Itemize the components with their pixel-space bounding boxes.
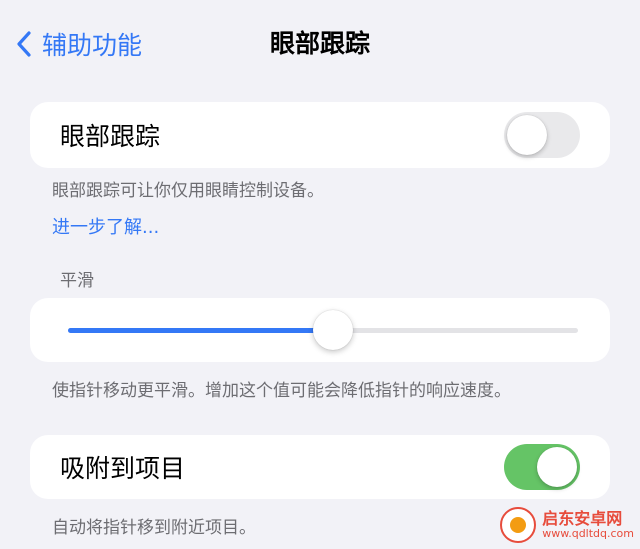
eye-tracking-toggle[interactable]	[504, 112, 580, 158]
smoothing-card	[30, 298, 610, 362]
snap-to-item-toggle[interactable]	[504, 444, 580, 490]
eye-tracking-card: 眼部跟踪	[30, 102, 610, 168]
smoothing-header: 平滑	[60, 271, 94, 291]
snap-to-item-card: 吸附到项目	[30, 435, 610, 499]
snap-to-item-label: 吸附到项目	[60, 454, 186, 483]
learn-more-link[interactable]: 进一步了解...	[52, 213, 159, 239]
eye-tracking-row: 眼部跟踪	[30, 102, 610, 168]
smoothing-footnote: 使指针移动更平滑。增加这个值可能会降低指针的响应速度。	[52, 381, 511, 401]
smoothing-slider-fill	[68, 328, 334, 333]
toggle-knob	[537, 447, 577, 487]
watermark-name: 启东安卓网	[542, 509, 623, 529]
watermark-logo-icon	[500, 507, 537, 543]
watermark: 启东安卓网 www.qdltdq.com	[500, 507, 634, 543]
watermark-url: www.qdltdq.com	[542, 526, 634, 540]
snap-to-item-footnote: 自动将指针移到附近项目。	[52, 518, 256, 538]
eye-tracking-footnote: 眼部跟踪可让你仅用眼睛控制设备。	[52, 181, 324, 201]
snap-to-item-row: 吸附到项目	[30, 435, 610, 499]
eye-tracking-label: 眼部跟踪	[60, 122, 161, 151]
smoothing-slider-thumb[interactable]	[313, 310, 354, 350]
page-title: 眼部跟踪	[269, 29, 370, 58]
toggle-knob	[507, 115, 547, 155]
